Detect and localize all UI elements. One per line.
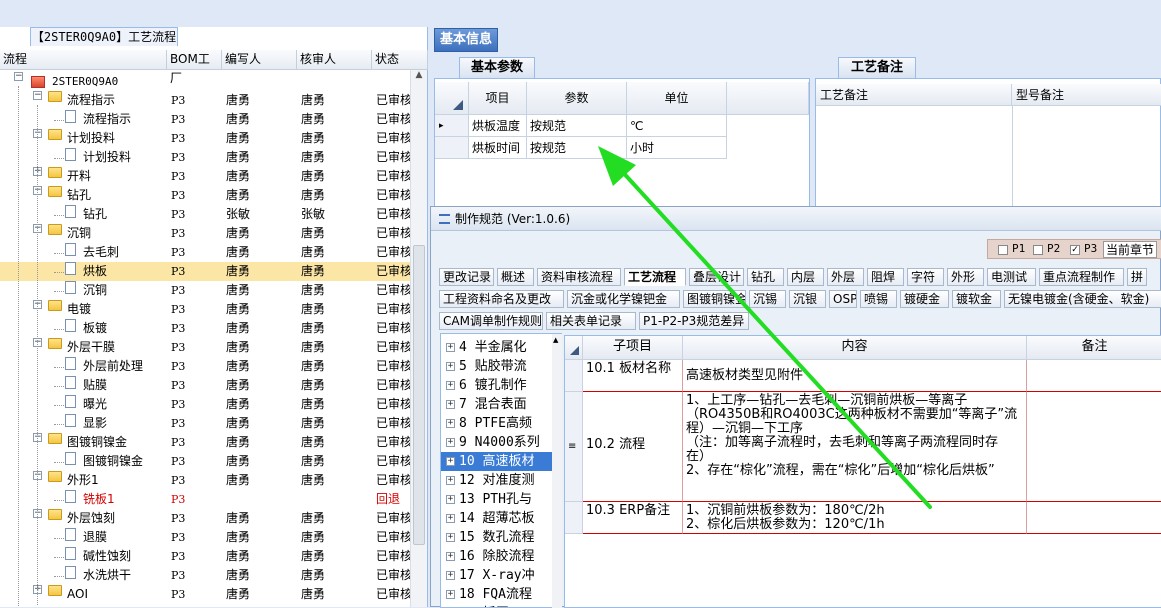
annotation-arrow <box>598 146 932 509</box>
